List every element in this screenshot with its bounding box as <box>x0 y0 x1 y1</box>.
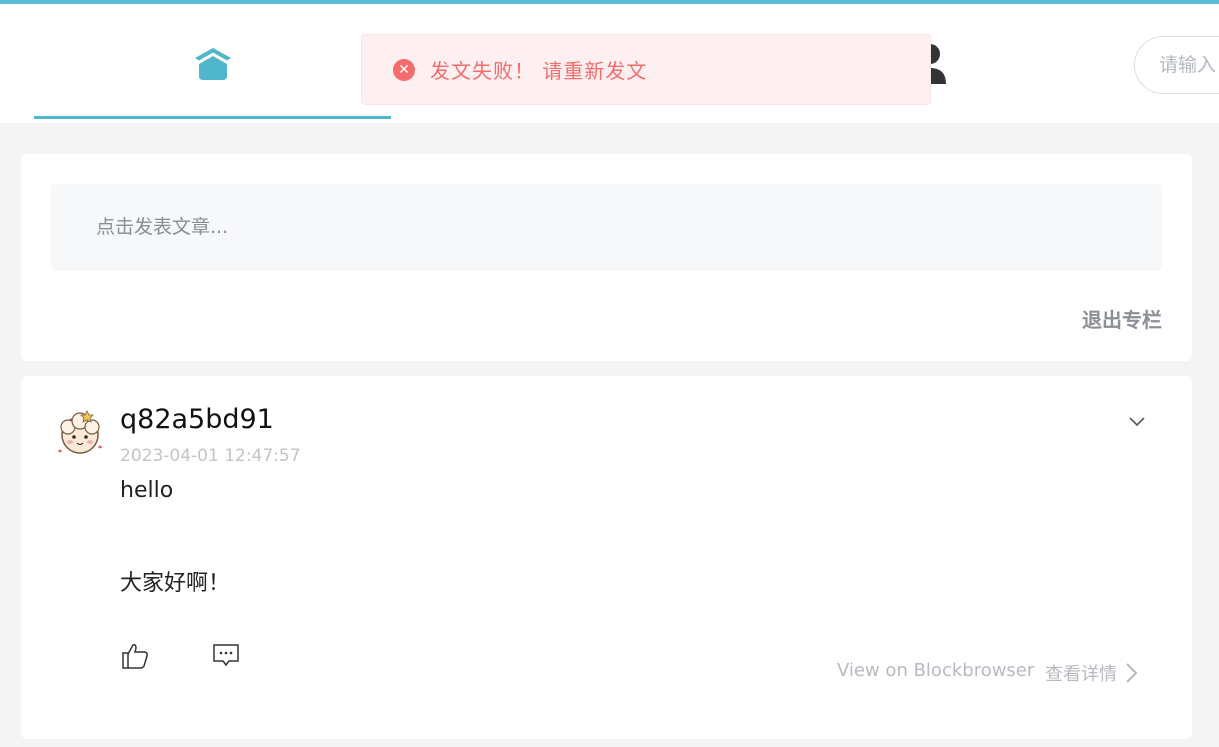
home-icon <box>194 47 231 80</box>
compose-article-input[interactable]: 点击发表文章... <box>51 184 1162 271</box>
exit-column-button[interactable]: 退出专栏 <box>1082 304 1162 333</box>
post-content-line-1: hello <box>120 478 174 503</box>
avatar[interactable] <box>54 407 106 459</box>
post-content-line-2: 大家好啊！ <box>120 571 231 596</box>
view-on-blockbrowser-link[interactable]: View on Blockbrowser <box>837 660 1034 681</box>
chevron-right-icon[interactable] <box>1122 661 1140 685</box>
comment-icon[interactable] <box>211 641 241 671</box>
post-card: q82a5bd91 2023-04-01 12:47:57 hello 大家好啊… <box>21 376 1192 739</box>
thumbs-up-icon[interactable] <box>120 641 150 671</box>
toast-message: 发文失败！ 请重新发文 <box>430 59 648 83</box>
active-tab-underline <box>34 116 391 119</box>
error-toast: ✕ 发文失败！ 请重新发文 <box>361 34 931 105</box>
search-input[interactable]: 请输入 <box>1134 36 1219 94</box>
post-username[interactable]: q82a5bd91 <box>120 404 274 435</box>
compose-card: 点击发表文章... 退出专栏 <box>21 154 1192 361</box>
view-details-link[interactable]: 查看详情 <box>1045 660 1117 686</box>
tab-home[interactable] <box>34 4 391 123</box>
post-timestamp: 2023-04-01 12:47:57 <box>120 446 301 466</box>
chevron-down-icon[interactable] <box>1126 410 1148 432</box>
error-circle-icon: ✕ <box>393 58 415 81</box>
